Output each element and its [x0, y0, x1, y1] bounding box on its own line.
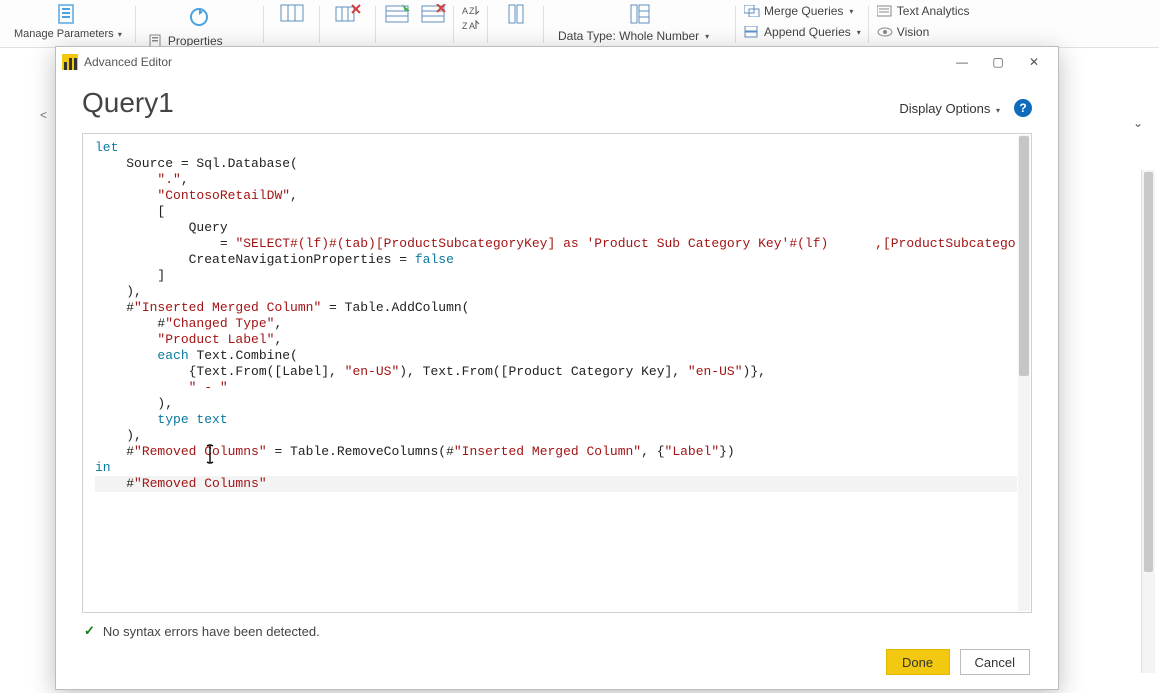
- choose-columns-button[interactable]: [272, 2, 312, 28]
- collapse-chevron-icon[interactable]: <: [40, 108, 47, 122]
- parameters-icon: [54, 2, 82, 26]
- sort-asc-icon[interactable]: AZ: [462, 4, 480, 16]
- merge-icon: [744, 3, 760, 19]
- powerbi-app-icon: [62, 54, 78, 70]
- remove-columns-button[interactable]: [328, 2, 368, 28]
- text-analytics-button[interactable]: Text Analytics: [877, 2, 970, 20]
- dialog-titlebar: Advanced Editor ― ▢ ✕: [56, 47, 1058, 77]
- append-queries-button[interactable]: Append Queries▾: [744, 23, 861, 41]
- append-icon: [744, 24, 760, 40]
- code-text[interactable]: let Source = Sql.Database( ".", "Contoso…: [95, 140, 1017, 492]
- remove-rows-icon[interactable]: [420, 4, 446, 26]
- outer-scrollbar[interactable]: [1141, 170, 1155, 673]
- ribbon: Manage Parameters ▾ Properties Advanced …: [0, 0, 1159, 48]
- chevron-down-icon: ▾: [996, 106, 1000, 115]
- sort-desc-icon[interactable]: ZA: [462, 19, 480, 31]
- split-column-icon: [502, 2, 530, 26]
- manage-parameters-label: Manage Parameters ▾: [14, 28, 122, 40]
- vision-button[interactable]: Vision: [877, 23, 970, 41]
- svg-text:A: A: [462, 6, 468, 16]
- split-column-button[interactable]: [496, 2, 536, 28]
- status-text: No syntax errors have been detected.: [103, 624, 320, 639]
- query-name-title: Query1: [82, 87, 174, 119]
- refresh-icon: [186, 6, 214, 30]
- maximize-button[interactable]: ▢: [980, 49, 1016, 75]
- keep-rows-icon[interactable]: [384, 4, 410, 26]
- data-type-label: Data Type: Whole Number: [558, 29, 699, 43]
- manage-parameters-button[interactable]: Manage Parameters ▾: [8, 2, 128, 40]
- refresh-preview-button[interactable]: [144, 2, 256, 32]
- choose-columns-icon: [278, 2, 306, 26]
- done-button[interactable]: Done: [886, 649, 950, 675]
- vision-label: Vision: [897, 25, 929, 39]
- help-icon[interactable]: ?: [1014, 99, 1032, 117]
- vision-icon: [877, 24, 893, 40]
- merge-queries-button[interactable]: Merge Queries▾: [744, 2, 861, 20]
- svg-text:A: A: [469, 21, 475, 31]
- check-icon: ✓: [84, 623, 95, 639]
- syntax-status: ✓ No syntax errors have been detected.: [84, 623, 1032, 639]
- close-button[interactable]: ✕: [1016, 49, 1052, 75]
- display-options-button[interactable]: Display Options ▾: [899, 101, 1000, 116]
- append-label: Append Queries: [764, 25, 851, 39]
- group-by-icon: [626, 2, 654, 26]
- text-analytics-label: Text Analytics: [897, 4, 970, 18]
- merge-label: Merge Queries: [764, 4, 843, 18]
- svg-text:Z: Z: [462, 21, 468, 31]
- remove-columns-icon: [334, 2, 362, 26]
- data-type-button[interactable]: Data Type: Whole Number▾: [558, 28, 728, 44]
- minimize-button[interactable]: ―: [944, 49, 980, 75]
- editor-scrollbar[interactable]: [1018, 135, 1030, 611]
- svg-text:Z: Z: [469, 6, 475, 16]
- advanced-editor-dialog: Advanced Editor ― ▢ ✕ Query1 Display Opt…: [55, 46, 1059, 690]
- dropdown-caret-icon[interactable]: ⌄: [1133, 116, 1143, 130]
- group-by-button[interactable]: [552, 2, 728, 28]
- code-editor[interactable]: let Source = Sql.Database( ".", "Contoso…: [82, 133, 1032, 613]
- cancel-button[interactable]: Cancel: [960, 649, 1030, 675]
- dialog-title: Advanced Editor: [84, 55, 172, 69]
- text-analytics-icon: [877, 3, 893, 19]
